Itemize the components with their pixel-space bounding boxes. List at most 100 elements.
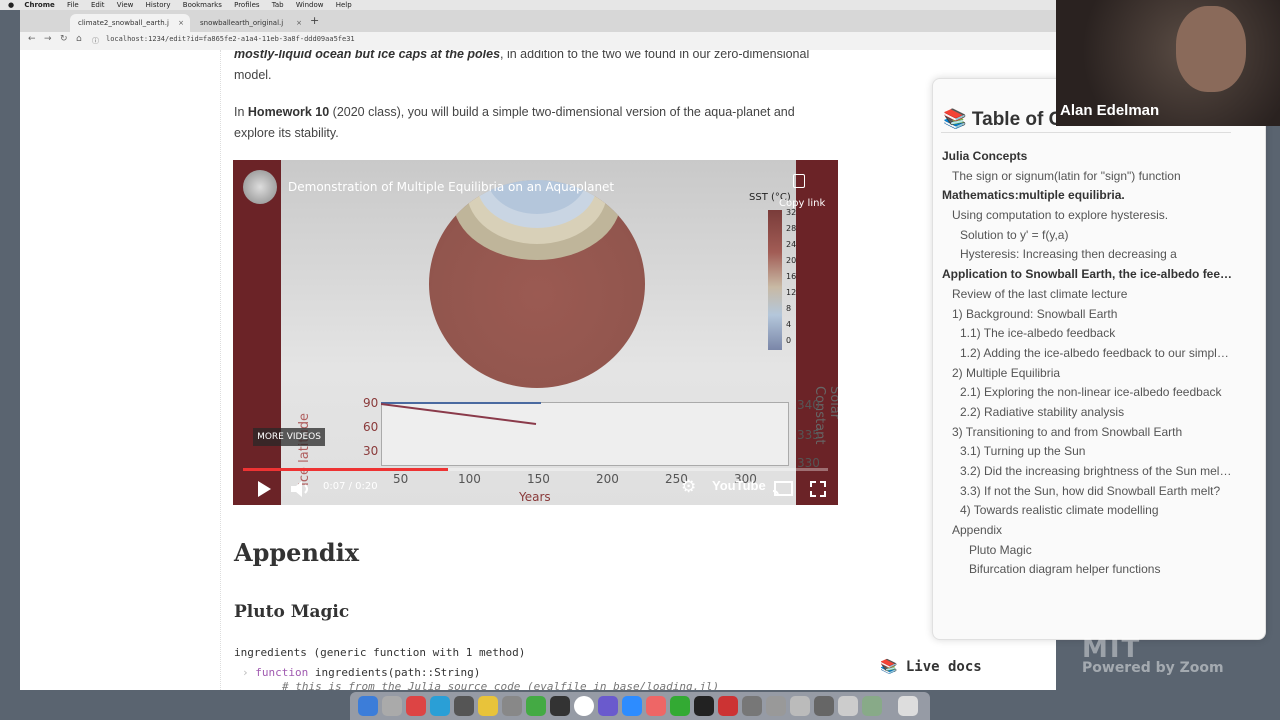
toc-item[interactable]: 3.3) If not the Sun, how did Snowball Ea… bbox=[942, 482, 1234, 502]
powered-by-zoom-watermark: Powered by Zoom bbox=[1082, 660, 1224, 676]
url-field[interactable]: localhost:1234/edit?id=fa865fe2-a1a4-11e… bbox=[106, 35, 355, 43]
app-icon[interactable] bbox=[382, 696, 402, 716]
appendix-heading: Appendix bbox=[234, 538, 360, 567]
zoom-icon[interactable] bbox=[622, 696, 642, 716]
finder-icon[interactable] bbox=[358, 696, 378, 716]
github-icon[interactable] bbox=[694, 696, 714, 716]
copy-link-button[interactable]: Copy link bbox=[779, 198, 825, 209]
back-icon[interactable]: ← bbox=[28, 34, 36, 44]
participant-video bbox=[1176, 6, 1246, 92]
more-videos-button[interactable]: MORE VIDEOS bbox=[253, 428, 325, 446]
volume-icon[interactable] bbox=[291, 480, 311, 498]
app-icon[interactable] bbox=[790, 696, 810, 716]
browser-tab-climate2[interactable]: climate2_snowball_earth.j × bbox=[70, 14, 190, 32]
pluto-magic-heading: Pluto Magic bbox=[234, 602, 350, 622]
youtube-embed[interactable]: SST (°C) 32 28 24 20 16 12 8 4 0 Ice lat… bbox=[233, 160, 838, 505]
fold-marker-icon[interactable]: › bbox=[242, 666, 255, 679]
toc-item[interactable]: Appendix bbox=[942, 521, 1234, 541]
colorbar-tick: 24 bbox=[786, 240, 797, 249]
cast-icon[interactable] bbox=[773, 481, 793, 497]
youtube-logo[interactable]: YouTube bbox=[712, 478, 766, 493]
settings-gear-icon[interactable]: ⚙ bbox=[681, 477, 696, 497]
menu-history[interactable]: History bbox=[146, 0, 171, 10]
toc-item[interactable]: Review of the last climate lecture bbox=[942, 285, 1234, 305]
app-icon[interactable] bbox=[766, 696, 786, 716]
toc-item[interactable]: The sign or signum(latin for "sign") fun… bbox=[942, 167, 1234, 187]
italic-phrase: mostly-liquid ocean but ice caps at the … bbox=[234, 50, 501, 61]
video-title[interactable]: Demonstration of Multiple Equilibria on … bbox=[288, 180, 614, 194]
app-icon[interactable] bbox=[406, 696, 426, 716]
menu-chrome[interactable]: Chrome bbox=[24, 0, 54, 10]
menu-view[interactable]: View bbox=[117, 0, 134, 10]
toc-item[interactable]: Using computation to explore hysteresis. bbox=[942, 206, 1234, 226]
channel-avatar[interactable] bbox=[243, 170, 277, 204]
browser-tab-snowball[interactable]: snowballearth_original.j × bbox=[192, 14, 308, 32]
app-icon[interactable] bbox=[742, 696, 762, 716]
paragraph-homework: In Homework 10 (2020 class), you will bu… bbox=[234, 102, 834, 144]
toc-item[interactable]: 1) Background: Snowball Earth bbox=[942, 305, 1234, 325]
toc-item[interactable]: 4) Towards realistic climate modelling bbox=[942, 501, 1234, 521]
app-icon[interactable] bbox=[862, 696, 882, 716]
video-controls: 0:07 / 0:20 ⚙ YouTube bbox=[233, 472, 838, 505]
toc-item[interactable]: 3) Transitioning to and from Snowball Ea… bbox=[942, 423, 1234, 443]
cell-divider bbox=[220, 50, 222, 690]
menu-help[interactable]: Help bbox=[336, 0, 352, 10]
menu-edit[interactable]: Edit bbox=[91, 0, 105, 10]
safari-icon[interactable] bbox=[430, 696, 450, 716]
app-icon[interactable] bbox=[838, 696, 858, 716]
copy-icon[interactable] bbox=[793, 174, 805, 188]
apple-icon[interactable]: ● bbox=[8, 0, 14, 10]
forward-icon[interactable]: → bbox=[44, 34, 52, 44]
code-text: ingredients(path::String) bbox=[308, 666, 481, 679]
app-icon[interactable] bbox=[574, 696, 594, 716]
app-icon[interactable] bbox=[502, 696, 522, 716]
close-tab-icon[interactable]: × bbox=[178, 14, 184, 32]
app-icon[interactable] bbox=[526, 696, 546, 716]
toc-item[interactable]: 1.1) The ice-albedo feedback bbox=[942, 324, 1234, 344]
toc-item[interactable]: Application to Snowball Earth, the ice-a… bbox=[942, 265, 1234, 285]
toc-item[interactable]: Hysteresis: Increasing then decreasing a bbox=[942, 245, 1234, 265]
toc-item[interactable]: 3.1) Turning up the Sun bbox=[942, 442, 1234, 462]
toc-item[interactable]: 1.2) Adding the ice-albedo feedback to o… bbox=[942, 344, 1234, 364]
app-icon[interactable] bbox=[670, 696, 690, 716]
play-icon[interactable] bbox=[257, 481, 271, 497]
app-icon[interactable] bbox=[646, 696, 666, 716]
site-info-icon[interactable]: ⓘ bbox=[92, 36, 99, 46]
home-icon[interactable]: ⌂ bbox=[76, 34, 82, 44]
aquaplanet-sphere bbox=[429, 180, 645, 388]
app-icon[interactable] bbox=[454, 696, 474, 716]
toc-item[interactable]: Pluto Magic bbox=[942, 541, 1234, 561]
menu-file[interactable]: File bbox=[67, 0, 79, 10]
menu-profiles[interactable]: Profiles bbox=[234, 0, 259, 10]
new-tab-icon[interactable]: + bbox=[310, 14, 319, 27]
trash-icon[interactable] bbox=[898, 696, 918, 716]
fullscreen-icon[interactable] bbox=[810, 481, 826, 497]
menu-bookmarks[interactable]: Bookmarks bbox=[183, 0, 222, 10]
code-line[interactable]: › function ingredients(path::String) bbox=[242, 666, 480, 679]
toc-item[interactable]: 2) Multiple Equilibria bbox=[942, 364, 1234, 384]
toc-item[interactable]: 3.2) Did the increasing brightness of th… bbox=[942, 462, 1234, 482]
reload-icon[interactable]: ↻ bbox=[60, 34, 68, 44]
toc-item[interactable]: Solution to y' = f(y,a) bbox=[942, 226, 1234, 246]
toc-item[interactable]: 2.1) Exploring the non-linear ice-albedo… bbox=[942, 383, 1234, 403]
close-tab-icon[interactable]: × bbox=[296, 14, 302, 32]
menu-tab[interactable]: Tab bbox=[272, 0, 284, 10]
video-call-tile: Alan Edelman bbox=[1056, 0, 1280, 126]
mac-dock bbox=[350, 692, 930, 720]
app-icon[interactable] bbox=[718, 696, 738, 716]
homework-link: Homework 10 bbox=[247, 105, 330, 119]
address-bar: ← → ↻ ⌂ ⓘ localhost:1234/edit?id=fa865fe… bbox=[20, 32, 1056, 51]
menu-window[interactable]: Window bbox=[296, 0, 324, 10]
toc-item[interactable]: 2.2) Radiative stability analysis bbox=[942, 403, 1234, 423]
app-icon[interactable] bbox=[814, 696, 834, 716]
toc-item[interactable]: Julia Concepts bbox=[942, 147, 1234, 167]
toc-item[interactable]: Bifurcation diagram helper functions bbox=[942, 560, 1234, 580]
video-time: 0:07 / 0:20 bbox=[323, 481, 378, 492]
chrome-icon[interactable] bbox=[478, 696, 498, 716]
terminal-icon[interactable] bbox=[550, 696, 570, 716]
pluto-notebook-page: mostly-liquid ocean but ice caps at the … bbox=[20, 50, 1056, 690]
app-icon[interactable] bbox=[598, 696, 618, 716]
toc-item[interactable]: Mathematics:multiple equilibria. bbox=[942, 186, 1234, 206]
video-progress-bar[interactable] bbox=[243, 468, 828, 471]
live-docs-button[interactable]: 📚 Live docs bbox=[880, 659, 982, 675]
